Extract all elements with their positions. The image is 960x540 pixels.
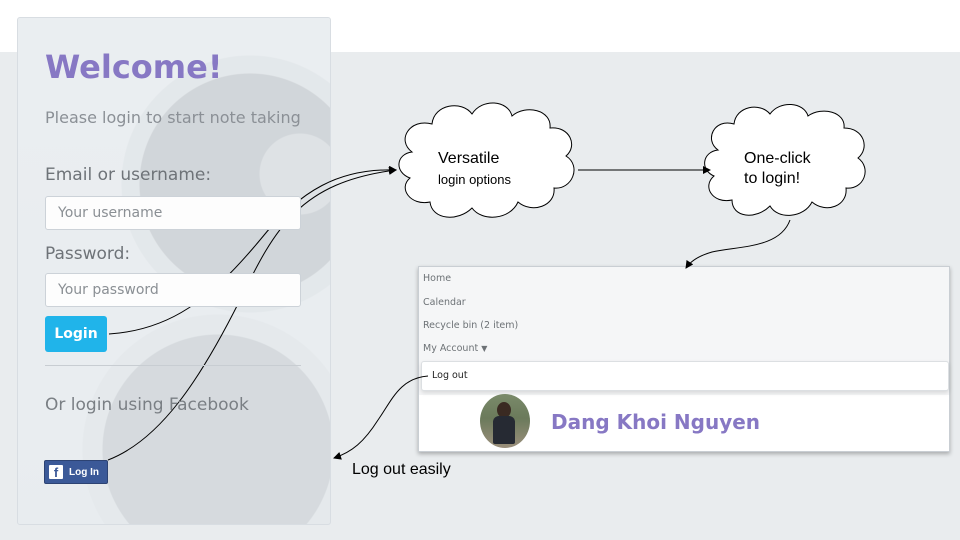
password-field[interactable] (45, 273, 301, 307)
facebook-prompt: Or login using Facebook (45, 395, 249, 415)
password-label: Password: (45, 244, 131, 264)
cloud2-line2: to login! (744, 170, 801, 187)
cloud1-line1: Versatile (438, 150, 500, 167)
welcome-title: Welcome! (45, 48, 223, 86)
login-button[interactable]: Login (45, 316, 107, 352)
divider (45, 365, 301, 366)
login-subtitle: Please login to start note taking (45, 108, 301, 127)
cloud1-line2: login options (438, 172, 511, 187)
facebook-button-label: Log In (69, 466, 99, 478)
cloud2-line1: One-click (744, 150, 811, 167)
email-label: Email or username: (45, 165, 212, 185)
connector-logout-to-caption (333, 375, 429, 460)
logout-caption: Log out easily (352, 461, 451, 478)
connector-cloud-to-panel (685, 219, 791, 269)
email-field[interactable] (45, 196, 301, 230)
login-card: Welcome! Please login to start note taki… (17, 17, 331, 525)
facebook-icon: f (49, 465, 63, 480)
facebook-login-button[interactable]: f Log In (44, 460, 108, 484)
